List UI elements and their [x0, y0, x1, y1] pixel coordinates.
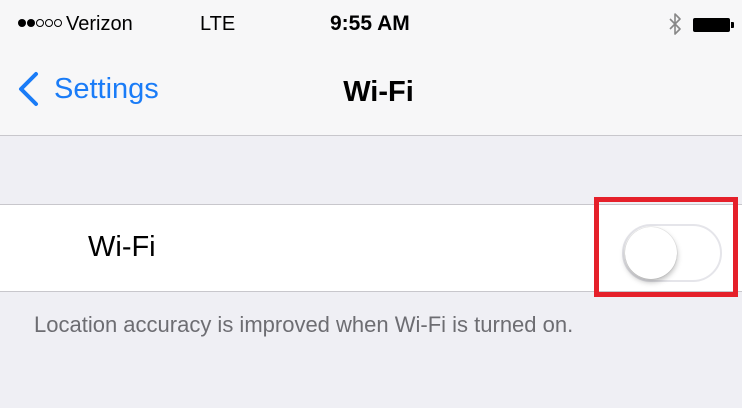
- bluetooth-icon: [669, 13, 681, 35]
- page-title: Wi-Fi: [343, 76, 414, 108]
- wifi-toggle-switch[interactable]: [622, 224, 722, 282]
- battery-icon: [693, 18, 735, 32]
- footer-note: Location accuracy is improved when Wi-Fi…: [34, 312, 574, 337]
- signal-strength-icon: [18, 19, 62, 27]
- network-type: LTE: [200, 13, 236, 35]
- toggle-knob: [625, 227, 677, 279]
- status-bar: Verizon LTE 9:55 AM: [0, 0, 742, 50]
- wifi-setting-label: Wi-Fi: [88, 231, 156, 263]
- navigation-bar: Settings Wi-Fi: [0, 50, 742, 136]
- status-time: 9:55 AM: [330, 12, 410, 35]
- carrier-name: Verizon: [66, 13, 133, 35]
